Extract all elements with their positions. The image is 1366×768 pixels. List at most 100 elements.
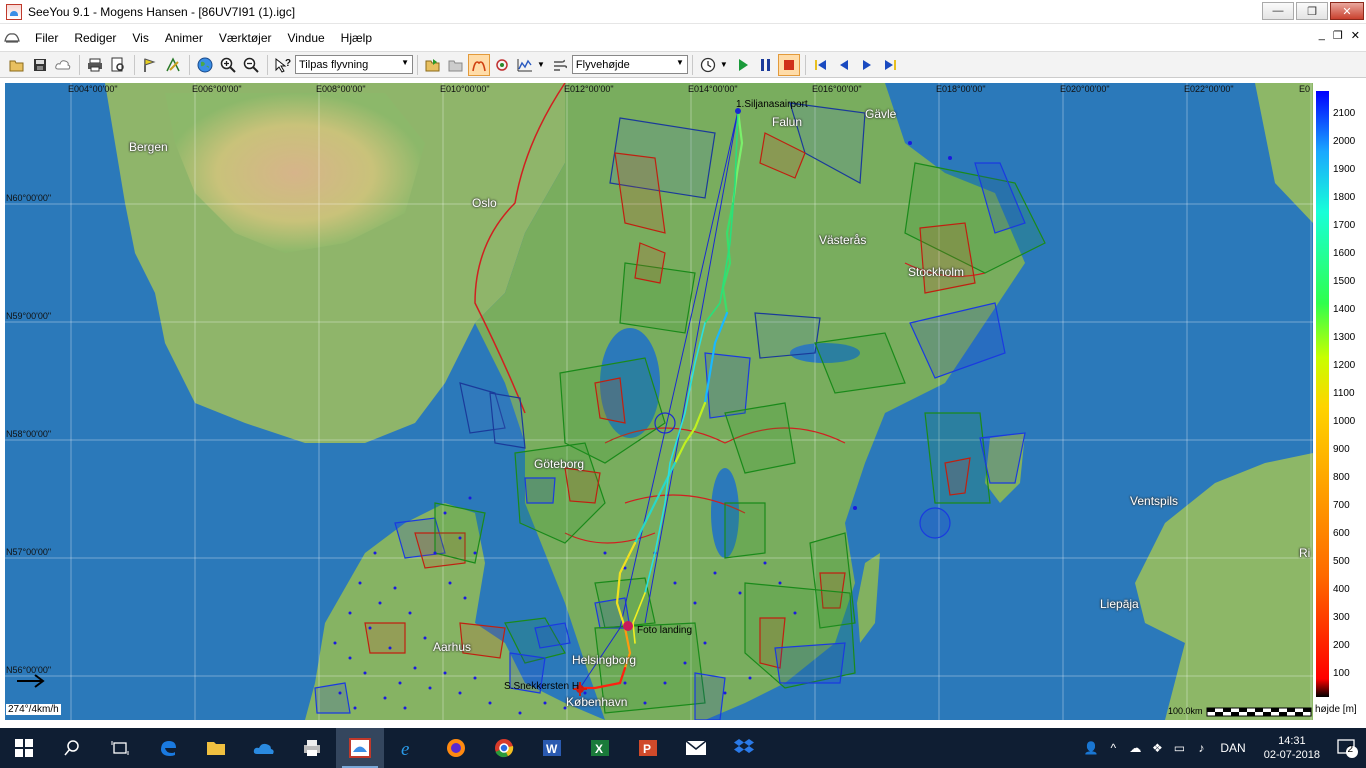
- menu-animer[interactable]: Animer: [157, 25, 211, 51]
- legend-tick: 600: [1333, 528, 1350, 539]
- svg-text:?: ?: [285, 58, 291, 69]
- chrome-icon: [495, 739, 514, 758]
- legend-tick: 1800: [1333, 192, 1356, 203]
- longitude-label: E016°00'00": [812, 84, 862, 94]
- start-waypoint-label: 1.Siljanasairport: [736, 99, 808, 110]
- show-hidden-icons-chevron-icon[interactable]: ^: [1102, 741, 1124, 755]
- svg-text:e: e: [401, 739, 409, 758]
- scale-bar: [1206, 707, 1312, 717]
- clock[interactable]: 14:31 02-07-2018: [1264, 734, 1320, 762]
- taskbar-onedrive[interactable]: [240, 728, 288, 768]
- legend-tick: 1700: [1333, 220, 1356, 231]
- folder-icon: [207, 742, 225, 755]
- zoom-out-icon[interactable]: [240, 54, 262, 76]
- action-center-button[interactable]: 2: [1330, 728, 1366, 768]
- open-folder-icon[interactable]: [6, 54, 28, 76]
- excel-icon: X: [591, 740, 609, 756]
- taskbar-excel[interactable]: X: [576, 728, 624, 768]
- legend-tick: 300: [1333, 612, 1350, 623]
- toolbar: ? Tilpas flyvning ▼ ▼ Flyvehøjde ▼ ▼: [0, 51, 1366, 78]
- menu-rediger[interactable]: Rediger: [66, 25, 124, 51]
- display-mode-select[interactable]: Flyvehøjde ▼: [571, 55, 688, 74]
- mdi-minimize-button[interactable]: _: [1319, 29, 1325, 42]
- people-icon[interactable]: 👤: [1080, 741, 1102, 755]
- export-flight-icon[interactable]: [445, 54, 467, 76]
- dropbox-tray-icon[interactable]: ❖: [1146, 741, 1168, 755]
- mdi-close-button[interactable]: ✕: [1351, 29, 1360, 42]
- legend-tick: 2100: [1333, 108, 1356, 119]
- map-view[interactable]: E004°00'00" E006°00'00" E008°00'00" E010…: [5, 83, 1313, 720]
- task-view-button[interactable]: [96, 728, 144, 768]
- onedrive-tray-icon[interactable]: ☁: [1124, 741, 1146, 755]
- legend-tick: 500: [1333, 556, 1350, 567]
- legend-tick: 700: [1333, 500, 1350, 511]
- task-edit-icon[interactable]: [162, 54, 184, 76]
- longitude-label: E006°00'00": [192, 84, 242, 94]
- city-label: København: [566, 695, 628, 709]
- taskbar-seeyou[interactable]: [336, 728, 384, 768]
- zoom-in-icon[interactable]: [217, 54, 239, 76]
- taskbar-dropbox[interactable]: [720, 728, 768, 768]
- wind-icon[interactable]: [549, 54, 571, 76]
- play-icon[interactable]: [732, 54, 754, 76]
- pause-icon[interactable]: [755, 54, 777, 76]
- network-icon[interactable]: ▭: [1168, 741, 1190, 755]
- longitude-label: E020°00'00": [1060, 84, 1110, 94]
- landing-waypoint-marker[interactable]: [623, 621, 633, 631]
- help-pointer-icon[interactable]: ?: [272, 54, 294, 76]
- menu-vaerktoejer[interactable]: Værktøjer: [211, 25, 280, 51]
- city-label: Göteborg: [534, 457, 585, 471]
- taskbar-powerpoint[interactable]: P: [624, 728, 672, 768]
- wind-arrow-icon: [17, 674, 45, 688]
- search-button[interactable]: [48, 728, 96, 768]
- stop-icon[interactable]: [777, 53, 800, 76]
- print-preview-icon[interactable]: [107, 54, 129, 76]
- skip-to-start-icon[interactable]: [810, 54, 832, 76]
- toolbar-separator: [134, 54, 135, 75]
- finish-waypoint-label: S.Snekkersten H: [504, 681, 580, 692]
- legend-tick: 900: [1333, 444, 1350, 455]
- flight-mode-icon[interactable]: [468, 53, 490, 76]
- close-button[interactable]: ✕: [1330, 2, 1364, 20]
- skip-to-end-icon[interactable]: [879, 54, 901, 76]
- language-indicator[interactable]: DAN: [1220, 741, 1245, 755]
- longitude-label: E010°00'00": [440, 84, 490, 94]
- menu-filer[interactable]: Filer: [27, 25, 66, 51]
- taskbar-file-explorer[interactable]: [192, 728, 240, 768]
- step-back-icon[interactable]: [833, 54, 855, 76]
- globe-icon[interactable]: [194, 54, 216, 76]
- menu-hjaelp[interactable]: Hjælp: [333, 25, 380, 51]
- restore-button[interactable]: ❐: [1296, 2, 1328, 20]
- step-forward-icon[interactable]: [856, 54, 878, 76]
- print-icon[interactable]: [84, 54, 106, 76]
- taskbar-internet-explorer[interactable]: e: [384, 728, 432, 768]
- taskbar-edge[interactable]: [144, 728, 192, 768]
- view-fit-select[interactable]: Tilpas flyvning ▼: [295, 55, 413, 74]
- clock-dropdown-arrow[interactable]: ▼: [720, 60, 728, 69]
- minimize-button[interactable]: —: [1262, 2, 1294, 20]
- document-icon[interactable]: [3, 29, 21, 47]
- barogram-icon[interactable]: [514, 54, 536, 76]
- clock-time: 14:31: [1278, 735, 1306, 747]
- mdi-restore-button[interactable]: ❐: [1333, 29, 1343, 42]
- city-label: Gävle: [865, 107, 897, 121]
- taskbar-chrome[interactable]: [480, 728, 528, 768]
- start-button[interactable]: [0, 728, 48, 768]
- thermal-icon[interactable]: [491, 54, 513, 76]
- taskbar-word[interactable]: W: [528, 728, 576, 768]
- volume-icon[interactable]: ♪: [1190, 741, 1212, 755]
- taskbar-mail[interactable]: [672, 728, 720, 768]
- clock-icon[interactable]: [697, 54, 719, 76]
- taskbar-printer-app[interactable]: [288, 728, 336, 768]
- legend-title: højde [m]: [1315, 704, 1357, 715]
- legend-tick: 1000: [1333, 416, 1356, 427]
- flag-waypoint-icon[interactable]: [139, 54, 161, 76]
- taskbar-firefox[interactable]: [432, 728, 480, 768]
- barogram-dropdown-arrow[interactable]: ▼: [537, 60, 545, 69]
- menu-vis[interactable]: Vis: [124, 25, 156, 51]
- save-icon[interactable]: [29, 54, 51, 76]
- longitude-label: E018°00'00": [936, 84, 986, 94]
- cloud-icon[interactable]: [52, 54, 74, 76]
- menu-vindue[interactable]: Vindue: [280, 25, 333, 51]
- import-flight-icon[interactable]: [422, 54, 444, 76]
